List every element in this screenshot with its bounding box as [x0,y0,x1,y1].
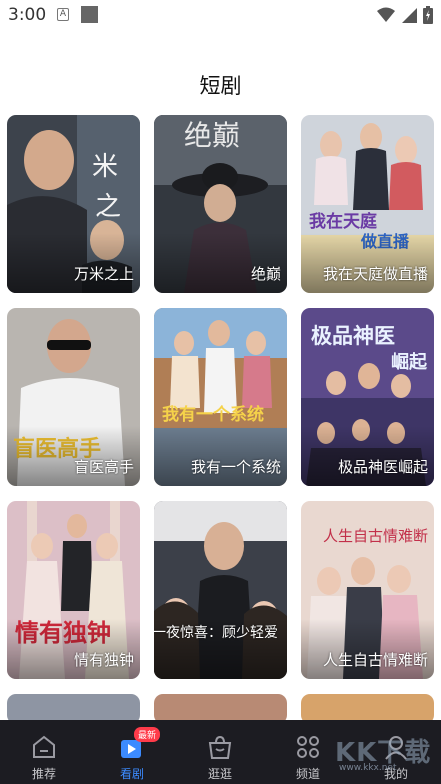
tab-recommend[interactable]: 推荐 [0,720,88,784]
drama-card[interactable]: 我有一个系统 我有一个系统 [154,308,287,486]
tab-label: 看剧 [119,767,144,781]
status-bar: 3:00 A [0,0,441,30]
drama-title: 盲医高手 [73,458,134,476]
svg-text:人生自古情难断: 人生自古情难断 [323,527,428,545]
svg-text:极品神医: 极品神医 [311,324,395,348]
status-time: 3:00 [8,5,47,25]
drama-card[interactable]: 情有独钟 情有独钟 [7,501,140,679]
bag-icon [208,735,232,759]
wifi-icon [377,7,395,22]
grid-icon [297,736,319,758]
notification-a-icon: A [57,8,69,21]
tab-label: 逛逛 [207,767,232,781]
tab-watch[interactable]: 最新 看剧 [88,720,176,784]
svg-text:我有一个系统: 我有一个系统 [162,404,264,425]
tab-browse[interactable]: 逛逛 [176,720,264,784]
battery-icon [423,6,433,24]
status-icons [377,6,433,24]
signal-icon [402,8,417,23]
drama-title: 绝巅 [250,265,281,283]
drama-card[interactable]: 米 之 万米之上 [7,115,140,293]
svg-text:米: 米 [92,152,118,182]
home-icon [33,735,55,758]
drama-title: 我在天庭做直播 [322,265,428,283]
new-badge: 最新 [134,727,161,742]
svg-text:绝巅: 绝巅 [184,119,240,152]
drama-title: 人生自古情难断 [322,651,428,669]
drama-title: 万米之上 [73,265,134,283]
kk-watermark: KK下载 www.kkx.net [333,730,433,776]
drama-card[interactable]: 我在天庭 做直播 我在天庭做直播 [301,115,434,293]
svg-text:崛起: 崛起 [391,351,428,373]
drama-card[interactable]: 一夜惊喜：顾少轻爱 [154,501,287,679]
drama-card[interactable]: 绝巅 绝巅 [154,115,287,293]
bottom-tab-bar: 推荐 最新 看剧 逛逛 频道 我的 KK下载 www.kkx.net [0,720,441,784]
page-title: 短剧 [199,74,242,98]
drama-title: 情有独钟 [73,651,134,669]
drama-card[interactable]: 人生自古情难断 人生自古情难断 [301,501,434,679]
watermark-url: www.kkx.net [339,763,397,773]
drama-title: 极品神医崛起 [337,458,428,476]
notification-square-icon [81,6,98,23]
drama-card[interactable]: 盲医高手 盲医高手 [7,308,140,486]
svg-text:我在天庭: 我在天庭 [309,211,377,232]
svg-text:之: 之 [95,192,121,222]
tab-label: 推荐 [31,767,56,781]
drama-card[interactable]: 极品神医 崛起 极品神医崛起 [301,308,434,486]
drama-title: 一夜惊喜：顾少轻爱 [154,625,278,641]
drama-title: 我有一个系统 [190,458,281,476]
